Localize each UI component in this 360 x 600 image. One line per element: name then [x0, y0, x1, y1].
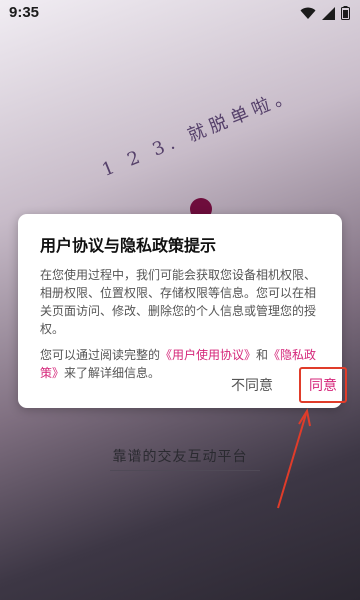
battery-icon [341, 6, 350, 20]
dialog-title: 用户协议与隐私政策提示 [40, 236, 217, 255]
wifi-icon [300, 7, 316, 19]
permissions-paragraph: 在您使用过程中，我们可能会获取您设备相机权限、相册权限、位置权限、存储权限等信息… [40, 268, 317, 336]
status-icons [300, 6, 350, 20]
status-time: 9:35 [9, 4, 40, 21]
agreement-suffix: 来了解详细信息。 [64, 366, 161, 380]
agreement-paragraph: 您可以通过阅读完整的《用户使用协议》和《隐私政策》来了解详细信息。 [40, 346, 326, 382]
slogan-text: 1 2 3. 就脱单啦。 [99, 83, 300, 181]
dialog-body: 在您使用过程中，我们可能会获取您设备相机权限、相册权限、位置权限、存储权限等信息… [40, 266, 326, 390]
tagline-area: 靠谱的交友互动平台 [40, 446, 320, 471]
tagline-text: 靠谱的交友互动平台 [112, 449, 248, 465]
status-bar: 9:35 [0, 0, 360, 26]
agreement-and: 和 [256, 348, 269, 362]
signal-icon [322, 6, 335, 20]
user-agreement-link[interactable]: 《用户使用协议》 [160, 348, 256, 362]
tagline-underline [110, 470, 260, 471]
agreement-prefix: 您可以通过阅读完整的 [40, 348, 161, 362]
agree-button[interactable]: 同意 [299, 367, 347, 403]
disagree-button[interactable]: 不同意 [231, 375, 273, 395]
privacy-dialog: 用户协议与隐私政策提示 在您使用过程中，我们可能会获取您设备相机权限、相册权限、… [18, 214, 347, 408]
